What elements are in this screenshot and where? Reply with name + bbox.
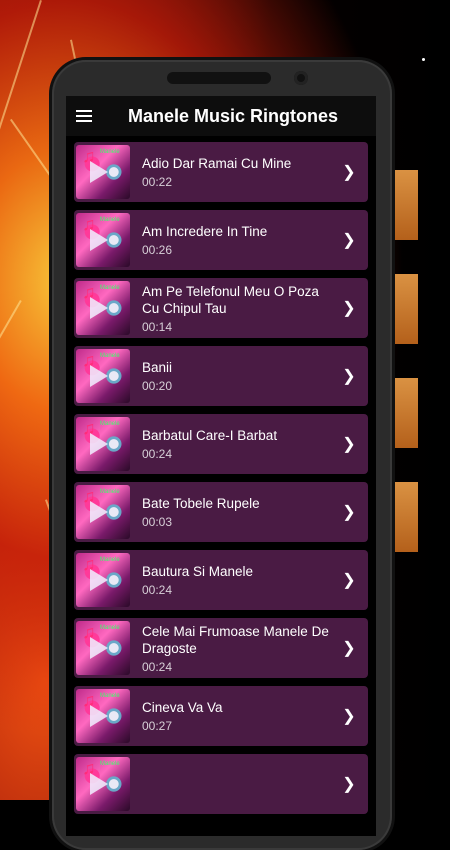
ringtone-meta: Am Incredere In Tine 00:26 (142, 223, 336, 257)
music-note-play-icon: ♫ Manele (76, 553, 130, 607)
hamburger-menu-icon[interactable] (76, 109, 94, 123)
ringtone-duration: 00:03 (142, 515, 173, 529)
music-note-play-icon: ♫ Manele (76, 213, 130, 267)
phone-camera (294, 71, 308, 85)
ringtone-name: Am Pe Telefonul Meu O Poza Cu Chipul Tau (142, 283, 319, 316)
list-item[interactable]: ♫ Manele Bate Tobele Rupele 00:03 ❯ (74, 482, 368, 542)
ringtone-meta: Barbatul Care-I Barbat 00:24 (142, 427, 336, 461)
ringtone-duration: 00:26 (142, 243, 173, 257)
app-screen: Manele Music Ringtones ♫ Manele Adio Dar R… (66, 96, 376, 836)
ringtone-name: Banii (142, 360, 173, 375)
music-note-play-icon: ♫ Manele (76, 145, 130, 199)
chevron-right-icon[interactable]: ❯ (336, 774, 362, 794)
list-item[interactable]: ♫ Manele Banii 00:20 ❯ (74, 346, 368, 406)
chevron-right-icon[interactable]: ❯ (336, 366, 362, 386)
app-title: Manele Music Ringtones (128, 105, 339, 126)
music-note-play-icon: ♫ Manele (76, 349, 130, 403)
ringtone-name: Bate Tobele Rupele (142, 496, 260, 511)
chevron-right-icon[interactable]: ❯ (336, 162, 362, 182)
ringtone-meta: Cele Mai Frumoase Manele De Dragoste 00:2… (142, 623, 336, 674)
list-item[interactable]: ♫ Manele Am Incredere In Tine 00:26 ❯ (74, 210, 368, 270)
ringtone-name: Am Incredere In Tine (142, 224, 268, 239)
ringtone-duration: 00:14 (142, 319, 173, 334)
chevron-right-icon[interactable]: ❯ (336, 706, 362, 726)
list-item[interactable]: ♫ Manele ❯ (74, 754, 368, 814)
ringtone-meta (142, 783, 336, 786)
list-item[interactable]: ♫ Manele Am Pe Telefonul Meu O Poza Cu Chi… (74, 278, 368, 338)
list-item[interactable]: ♫ Manele Adio Dar Ramai Cu Mine 00:22 ❯ (74, 142, 368, 202)
ringtone-name: Adio Dar Ramai Cu Mine (142, 156, 292, 171)
ringtone-meta: Bautura Si Manele 00:24 (142, 563, 336, 597)
ringtone-duration: 00:27 (142, 719, 173, 733)
ringtone-duration: 00:20 (142, 379, 173, 393)
ringtone-duration: 00:24 (142, 659, 173, 674)
music-note-play-icon: ♫ Manele (76, 757, 130, 811)
ringtone-name: Barbatul Care-I Barbat (142, 428, 278, 443)
ringtone-duration: 00:22 (142, 175, 173, 189)
chevron-right-icon[interactable]: ❯ (336, 638, 362, 658)
music-note-play-icon: ♫ Manele (76, 417, 130, 471)
ringtone-meta: Banii 00:20 (142, 359, 336, 393)
music-note-play-icon: ♫ Manele (76, 621, 130, 675)
chevron-right-icon[interactable]: ❯ (336, 230, 362, 250)
list-item[interactable]: ♫ Manele Cineva Va Va 00:27 ❯ (74, 686, 368, 746)
chevron-right-icon[interactable]: ❯ (336, 502, 362, 522)
ringtone-meta: Adio Dar Ramai Cu Mine 00:22 (142, 155, 336, 189)
phone-frame: Manele Music Ringtones ♫ Manele Adio Dar R… (52, 60, 392, 850)
list-item[interactable]: ♫ Manele Cele Mai Frumoase Manele De Drago… (74, 618, 368, 678)
ringtone-meta: Cineva Va Va 00:27 (142, 699, 336, 733)
music-note-play-icon: ♫ Manele (76, 689, 130, 743)
music-note-play-icon: ♫ Manele (76, 281, 130, 335)
phone-speaker (167, 72, 271, 84)
ringtone-name: Bautura Si Manele (142, 564, 254, 579)
chevron-right-icon[interactable]: ❯ (336, 434, 362, 454)
chevron-right-icon[interactable]: ❯ (336, 570, 362, 590)
ringtone-meta: Bate Tobele Rupele 00:03 (142, 495, 336, 529)
ringtone-list: ♫ Manele Adio Dar Ramai Cu Mine 00:22 ❯ ♫ Mane… (66, 136, 376, 814)
list-item[interactable]: ♫ Manele Bautura Si Manele 00:24 ❯ (74, 550, 368, 610)
music-note-play-icon: ♫ Manele (76, 485, 130, 539)
ringtone-meta: Am Pe Telefonul Meu O Poza Cu Chipul Tau… (142, 283, 336, 334)
ringtone-name: Cele Mai Frumoase Manele De Dragoste (142, 623, 329, 656)
chevron-right-icon[interactable]: ❯ (336, 298, 362, 318)
list-item[interactable]: ♫ Manele Barbatul Care-I Barbat 00:24 ❯ (74, 414, 368, 474)
app-bar: Manele Music Ringtones (66, 96, 376, 136)
ringtone-duration: 00:24 (142, 447, 173, 461)
ringtone-duration: 00:24 (142, 583, 173, 597)
ringtone-name: Cineva Va Va (142, 700, 223, 715)
